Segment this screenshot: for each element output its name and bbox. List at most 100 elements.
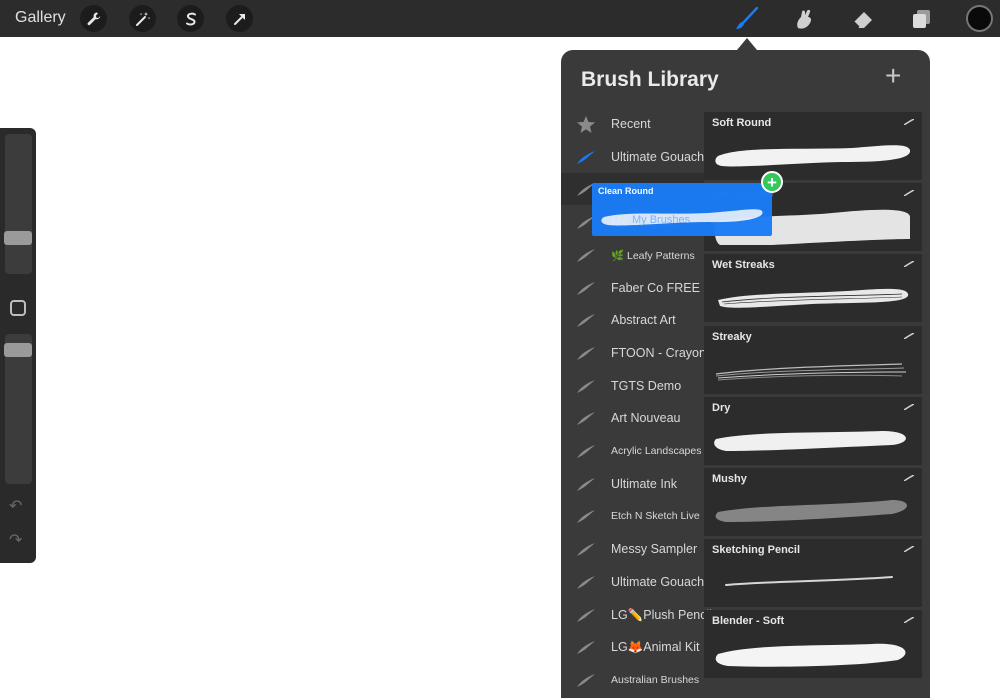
- brush-card[interactable]: Soft Round: [704, 112, 922, 180]
- brush-set-label: Ultimate Gouache: [611, 574, 712, 589]
- color-picker-button[interactable]: [966, 5, 993, 32]
- pencil-mark-icon: [904, 475, 914, 481]
- brush-set-item[interactable]: Ultimate Gouache: [561, 566, 711, 598]
- magic-wand-icon[interactable]: [129, 5, 156, 32]
- layers-icon[interactable]: [907, 5, 935, 33]
- pencil-mark-icon: [904, 546, 914, 553]
- selection-s-icon[interactable]: [177, 5, 204, 32]
- brush-set-label: Art Nouveau: [611, 411, 681, 426]
- brush-stroke-preview: [714, 430, 906, 451]
- star-icon: [577, 116, 595, 133]
- brush-set-item[interactable]: LG✏️Plush Pencil: [561, 599, 712, 631]
- brush-set-item[interactable]: TGTS Demo: [561, 370, 704, 402]
- smudge-icon[interactable]: [790, 5, 818, 33]
- brush-set-item[interactable]: LG🦊Animal Kit: [561, 631, 704, 663]
- brush-name: Mushy: [712, 473, 747, 485]
- brush-set-label: 🌿 Leafy Patterns: [611, 249, 695, 262]
- brush-stroke-preview: [718, 289, 909, 309]
- brush-stroke-preview: [715, 145, 911, 167]
- brush-set-label: Ultimate Ink: [611, 476, 677, 491]
- gallery-button[interactable]: Gallery: [15, 9, 66, 27]
- pencil-mark-icon: [904, 617, 914, 624]
- brush-set-item[interactable]: FTOON - Crayon: [561, 337, 706, 369]
- modify-button[interactable]: [10, 300, 26, 316]
- brush-set-item[interactable]: Faber Co FREE: [561, 272, 704, 304]
- brush-size-thumb[interactable]: [4, 231, 32, 245]
- wrench-icon[interactable]: [80, 5, 107, 32]
- brush-name: Sketching Pencil: [712, 544, 801, 557]
- add-brush-set-button[interactable]: +: [885, 62, 901, 90]
- brush-set-item[interactable]: 🌿 Leafy Patterns: [561, 239, 704, 271]
- drop-target-ghost-label: My Brushes: [632, 214, 691, 226]
- brush-set-icon: [577, 445, 595, 458]
- pencil-mark-icon: [904, 190, 914, 197]
- brush-name: Soft Round: [712, 117, 772, 129]
- brush-set-item[interactable]: Messy Sampler: [561, 533, 704, 565]
- dragged-brush-name: Clean Round: [598, 186, 654, 196]
- redo-icon[interactable]: ↷: [9, 530, 22, 550]
- opacity-thumb[interactable]: [4, 343, 32, 357]
- brush-set-icon: [577, 412, 595, 426]
- dragged-brush[interactable]: Clean Round My Brushes: [592, 183, 772, 236]
- brush-set-item[interactable]: Ultimate Ink: [561, 468, 704, 500]
- brush-stroke-preview: [715, 362, 907, 381]
- brush-set-label: TGTS Demo: [611, 378, 682, 393]
- brush-name: Dry: [712, 401, 731, 414]
- brush-set-label: Australian Brushes: [611, 673, 700, 686]
- brush-card[interactable]: Streaky: [704, 325, 922, 394]
- brush-set-icon: [577, 281, 595, 295]
- brush-set-icon: [577, 673, 595, 687]
- left-sidebar: ↶ ↷: [0, 128, 36, 563]
- brush-set-icon: [577, 477, 595, 491]
- brush-set-icon: [577, 510, 595, 524]
- brush-stroke-preview: [725, 576, 893, 587]
- brush-set-label: Ultimate Gouache: [611, 149, 712, 164]
- brush-set-item[interactable]: Australian Brushes: [561, 664, 704, 696]
- top-toolbar: Gallery: [0, 0, 1000, 37]
- undo-icon[interactable]: ↶: [9, 496, 22, 516]
- brush-set-label: Abstract Art: [611, 313, 676, 328]
- brush-set-icon: [577, 641, 595, 655]
- brush-name: Streaky: [712, 330, 752, 343]
- opacity-slider[interactable]: [4, 334, 32, 484]
- brush-name: Wet Streaks: [712, 259, 775, 272]
- eraser-icon[interactable]: [849, 5, 877, 33]
- brush-set-item[interactable]: Etch N Sketch Live: [561, 500, 704, 532]
- pencil-mark-icon: [904, 403, 914, 410]
- brush-set-item[interactable]: Acrylic Landscapes: [561, 435, 704, 467]
- brush-set-icon: [577, 346, 595, 360]
- brush-set-label: Messy Sampler: [611, 542, 698, 557]
- brush-library-panel: Brush Library + Recent Ultimate Gouache My…: [561, 50, 930, 698]
- brush-set-item[interactable]: Art Nouveau: [561, 402, 704, 434]
- brush-set-label: Recent: [611, 117, 651, 131]
- pencil-mark-icon: [904, 119, 914, 125]
- pencil-mark-icon: [904, 332, 914, 339]
- add-badge-icon: +: [761, 171, 783, 193]
- brush-set-item[interactable]: Recent: [561, 108, 704, 140]
- brush-card[interactable]: Blender - Soft: [704, 610, 922, 679]
- brush-set-icon: [577, 314, 595, 328]
- brush-set-item[interactable]: Abstract Art: [561, 304, 704, 336]
- brush-set-label: LG✏️Plush Pencil: [611, 607, 713, 622]
- brush-set-icon: [577, 248, 595, 262]
- brush-set-icon: [577, 608, 595, 622]
- brush-set-label: Etch N Sketch Live: [611, 510, 700, 523]
- brush-card[interactable]: Wet Streaks: [704, 254, 922, 323]
- brush-card[interactable]: Sketching Pencil: [704, 539, 922, 608]
- panel-title: Brush Library: [581, 68, 719, 91]
- brush-set-label: Acrylic Landscapes: [611, 445, 702, 457]
- brush-set-icon: [577, 543, 595, 557]
- brush-set-label: FTOON - Crayon: [611, 345, 706, 360]
- brush-icon[interactable]: [732, 5, 760, 33]
- brush-size-slider[interactable]: [4, 134, 32, 274]
- brush-card[interactable]: Mushy: [704, 468, 922, 536]
- brush-stroke-preview: [715, 644, 906, 668]
- brush-set-label: LG🦊Animal Kit: [611, 640, 700, 655]
- brush-set-item[interactable]: Ultimate Gouache: [561, 141, 711, 173]
- brush-stroke-preview: [715, 500, 907, 522]
- brush-card[interactable]: Dry: [704, 396, 922, 465]
- brush-set-icon: [577, 379, 595, 393]
- panel-pointer: [737, 38, 757, 50]
- brush-set-icon: [577, 575, 595, 589]
- transform-arrow-icon[interactable]: [226, 5, 253, 32]
